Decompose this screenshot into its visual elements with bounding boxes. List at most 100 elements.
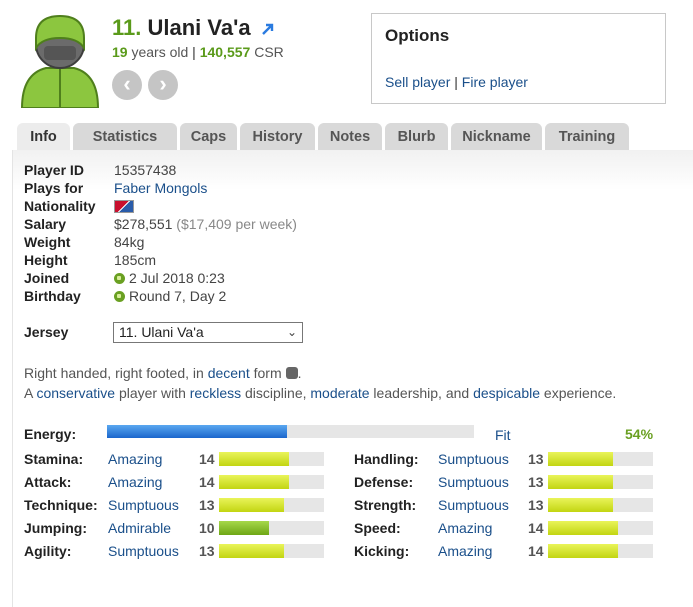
- skill-level: 13: [528, 474, 544, 490]
- skill-rating-link[interactable]: Sumptuous: [108, 496, 179, 514]
- skill-bar-fill: [548, 544, 619, 558]
- experience-link[interactable]: despicable: [473, 385, 540, 401]
- external-link-icon[interactable]: [261, 23, 274, 36]
- fire-player-link[interactable]: Fire player: [462, 74, 528, 90]
- skill-name: Attack:: [24, 474, 72, 490]
- team-link[interactable]: Faber Mongols: [114, 180, 207, 196]
- age-suffix: years old: [131, 44, 189, 60]
- joined-value: 2 Jul 2018 0:23: [129, 270, 225, 286]
- skill-rating-link[interactable]: Amazing: [438, 519, 492, 537]
- skill-row: Technique: Sumptuous 13: [24, 496, 344, 514]
- skill-rating-link[interactable]: Sumptuous: [438, 473, 509, 491]
- tab-blurb[interactable]: Blurb: [385, 123, 448, 151]
- player-csr: 140,557: [199, 44, 251, 60]
- birthday-row: Birthday Round 7, Day 2: [24, 287, 226, 305]
- sell-player-link[interactable]: Sell player: [385, 74, 450, 90]
- desc-text: Right handed, right footed, in: [24, 365, 208, 381]
- birthday-value: Round 7, Day 2: [129, 288, 227, 304]
- jersey-select[interactable]: 11. Ulani Va'a ⌄: [113, 322, 303, 343]
- joined-label: Joined: [24, 270, 70, 286]
- skill-rating-link[interactable]: Amazing: [438, 542, 492, 560]
- tab-training[interactable]: Training: [545, 123, 629, 151]
- height-value: 185cm: [114, 252, 157, 268]
- skill-row: Kicking: Amazing 14: [354, 542, 674, 560]
- skill-bar: [219, 498, 324, 512]
- skill-row: Defense: Sumptuous 13: [354, 473, 674, 491]
- height-label: Height: [24, 252, 68, 268]
- energy-label: Energy:: [24, 426, 77, 442]
- skill-bar-fill: [219, 452, 290, 466]
- skill-bar-fill: [219, 521, 270, 535]
- skill-bar: [219, 475, 324, 489]
- player-id-row: Player ID 15357438: [24, 161, 176, 179]
- skill-bar: [219, 452, 324, 466]
- form-link[interactable]: decent: [208, 365, 250, 381]
- options-links: Sell player | Fire player: [385, 74, 528, 90]
- player-name: Ulani Va'a: [147, 15, 251, 40]
- discipline-link[interactable]: reckless: [190, 385, 241, 401]
- skill-bar: [548, 544, 653, 558]
- skill-bar: [548, 475, 653, 489]
- player-avatar-icon: [20, 14, 100, 108]
- tab-nickname[interactable]: Nickname: [451, 123, 542, 151]
- birthday-label: Birthday: [24, 288, 81, 304]
- energy-bar: [107, 425, 474, 438]
- summary-divider: |: [192, 44, 196, 60]
- handedness-line: Right handed, right footed, in decent fo…: [24, 365, 302, 381]
- desc-period: .: [297, 365, 302, 381]
- desc-text: player with: [115, 385, 190, 401]
- skill-rating-link[interactable]: Sumptuous: [438, 496, 509, 514]
- nationality-flag-icon: [114, 200, 134, 213]
- player-age: 19: [112, 44, 128, 60]
- skill-rating-link[interactable]: Amazing: [108, 473, 162, 491]
- skill-row: Attack: Amazing 14: [24, 473, 344, 491]
- skill-bar-fill: [548, 475, 614, 489]
- next-player-button[interactable]: ›: [148, 70, 178, 100]
- skill-row: Agility: Sumptuous 13: [24, 542, 344, 560]
- skill-bar: [548, 452, 653, 466]
- skill-rating-link[interactable]: Sumptuous: [438, 450, 509, 468]
- nationality-label: Nationality: [24, 198, 96, 214]
- weight-value: 84kg: [114, 234, 145, 250]
- leadership-link[interactable]: moderate: [310, 385, 369, 401]
- salary-label: Salary: [24, 216, 67, 232]
- options-title: Options: [385, 26, 450, 45]
- skill-row: Jumping: Admirable 10: [24, 519, 344, 537]
- skill-name: Stamina:: [24, 451, 84, 467]
- joined-row: Joined 2 Jul 2018 0:23: [24, 269, 225, 287]
- skill-rating-link[interactable]: Admirable: [108, 519, 171, 537]
- tab-history[interactable]: History: [240, 123, 315, 151]
- skill-level: 14: [199, 474, 215, 490]
- tab-info[interactable]: Info: [17, 123, 70, 151]
- tab-notes[interactable]: Notes: [318, 123, 382, 151]
- csr-label: CSR: [254, 44, 284, 60]
- personality-link[interactable]: conservative: [36, 385, 115, 401]
- tab-statistics[interactable]: Statistics: [73, 123, 177, 151]
- skill-bar-fill: [548, 498, 614, 512]
- skill-bar-fill: [548, 452, 614, 466]
- tab-caps[interactable]: Caps: [180, 123, 237, 151]
- skill-level: 13: [528, 497, 544, 513]
- desc-text: leadership, and: [369, 385, 474, 401]
- skill-bar: [219, 544, 324, 558]
- energy-bar-fill: [107, 425, 287, 438]
- skill-name: Speed:: [354, 520, 401, 536]
- player-id-label: Player ID: [24, 162, 84, 178]
- chevron-down-icon: ⌄: [286, 325, 297, 339]
- skill-bar-fill: [219, 475, 290, 489]
- skill-rating-link[interactable]: Amazing: [108, 450, 162, 468]
- energy-status: Fit: [495, 427, 511, 443]
- player-summary: 19 years old | 140,557 CSR: [112, 44, 284, 60]
- skill-name: Technique:: [24, 497, 98, 513]
- skill-bar-fill: [548, 521, 619, 535]
- jersey-selected-value: 11. Ulani Va'a: [119, 324, 204, 340]
- previous-player-button[interactable]: ‹: [112, 70, 142, 100]
- skill-row: Handling: Sumptuous 13: [354, 450, 674, 468]
- skill-name: Strength:: [354, 497, 417, 513]
- skill-rating-link[interactable]: Sumptuous: [108, 542, 179, 560]
- salary-value: $278,551: [114, 216, 173, 232]
- skill-bar: [219, 521, 324, 535]
- skill-bar-fill: [219, 498, 285, 512]
- salary-weekly: ($17,409 per week): [176, 216, 297, 232]
- skill-row: Stamina: Amazing 14: [24, 450, 344, 468]
